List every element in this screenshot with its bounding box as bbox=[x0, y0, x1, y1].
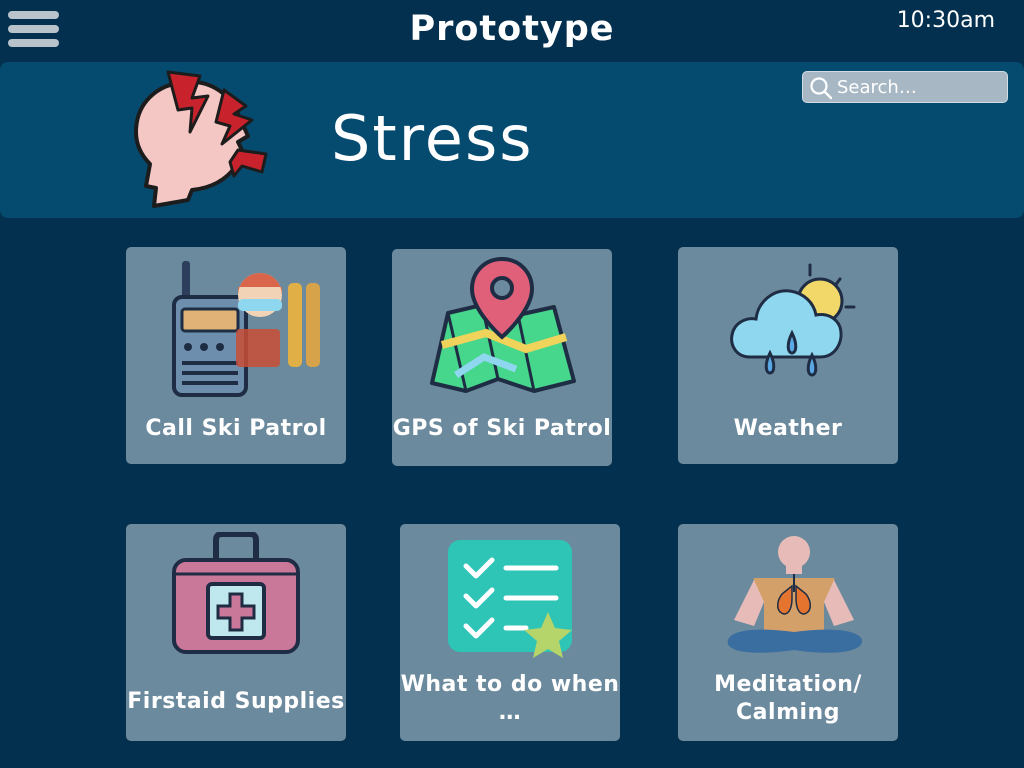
call-ski-patrol-button[interactable]: Call Ski Patrol bbox=[126, 247, 346, 464]
meditation-person-icon bbox=[727, 536, 863, 653]
category-banner: Stress bbox=[0, 62, 1024, 218]
clock: 10:30am bbox=[896, 8, 995, 33]
tile-label: Weather bbox=[733, 416, 843, 441]
search-input[interactable] bbox=[837, 75, 997, 99]
tile-label: What to do when … bbox=[400, 672, 620, 725]
category-title: Stress bbox=[331, 102, 534, 175]
rain-cloud-sun-icon bbox=[730, 263, 856, 377]
tile-label: Call Ski Patrol bbox=[145, 416, 327, 441]
weather-button[interactable]: Weather bbox=[678, 247, 898, 464]
walkie-talkie-ski-patrol-icon bbox=[172, 261, 320, 397]
search-box[interactable] bbox=[802, 71, 1008, 103]
tile-label: GPS of Ski Patrol bbox=[392, 416, 612, 441]
app-title: Prototype bbox=[409, 9, 615, 49]
checklist-icon bbox=[448, 540, 572, 658]
map-pin-icon bbox=[430, 257, 576, 395]
stressed-head-icon bbox=[134, 70, 268, 208]
tile-label: Meditation/ Calming bbox=[714, 672, 862, 725]
what-to-do-button[interactable]: What to do when … bbox=[400, 524, 620, 741]
first-aid-kit-icon bbox=[172, 532, 300, 654]
meditation-calming-button[interactable]: Meditation/ Calming bbox=[678, 524, 898, 741]
firstaid-supplies-button[interactable]: Firstaid Supplies bbox=[126, 524, 346, 741]
gps-ski-patrol-button[interactable]: GPS of Ski Patrol bbox=[392, 249, 612, 466]
search-icon bbox=[810, 77, 833, 100]
tile-label: Firstaid Supplies bbox=[127, 689, 345, 714]
